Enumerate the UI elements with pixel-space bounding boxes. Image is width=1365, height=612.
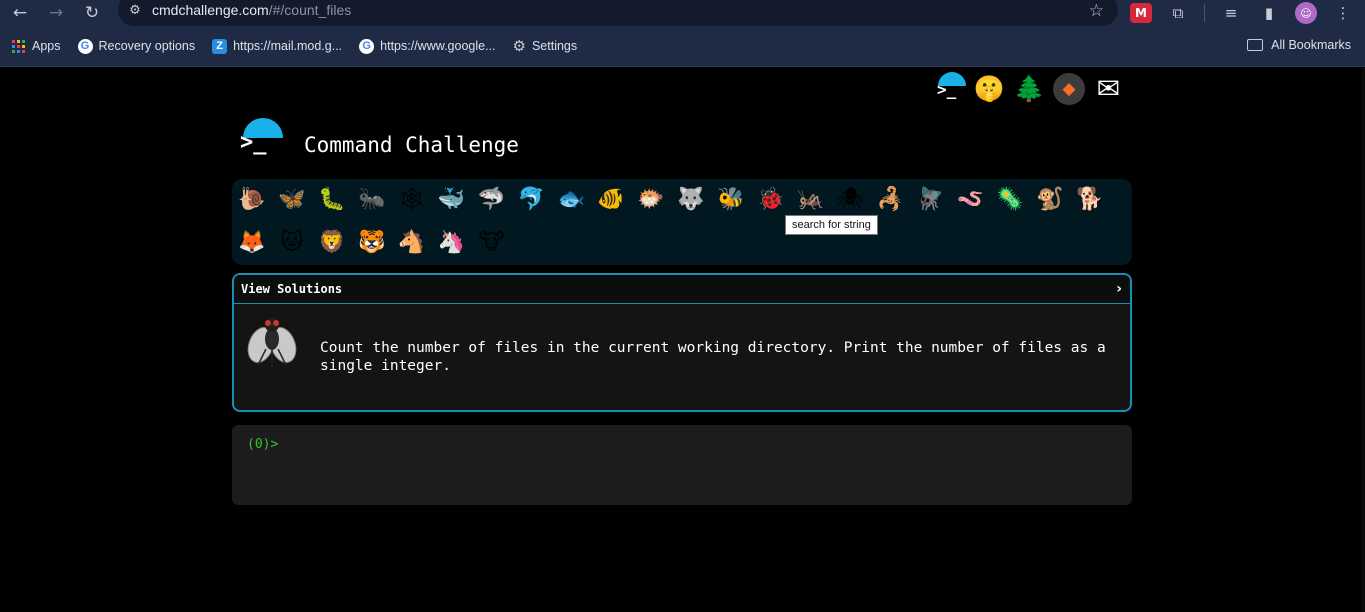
challenge-description: Count the number of files in the current…: [320, 340, 1106, 374]
hint-emoji-icon[interactable]: 🤫: [973, 72, 1006, 105]
level-lion-icon[interactable]: 🦁: [316, 226, 348, 258]
toolbar-divider: [1204, 4, 1205, 22]
level-unicorn-icon[interactable]: 🦄: [436, 226, 468, 258]
bookmark-label: Settings: [531, 39, 578, 53]
level-tooltip: search for string: [785, 215, 878, 235]
level-worm-icon[interactable]: 🪱: [954, 183, 986, 215]
level-selector: 🐌 🦋 🐛 🐜 🕸 🐳 🦈 🐬 🐟 🐠 🐡 🐺 🐝 🐞 🦗 🕷 🦂 🪰 🪱 🦠 🐒 🐕 🦊 🐱 🦁 🐯 🐴 🦄 🐮: [232, 179, 1132, 265]
site-logo[interactable]: >_: [238, 118, 284, 162]
apps-grid-icon: [11, 39, 26, 54]
level-cow-icon[interactable]: 🐮: [475, 226, 507, 258]
mail-icon[interactable]: ✉: [1092, 72, 1125, 105]
level-whale-icon[interactable]: 🐳: [436, 183, 468, 215]
level-bee-icon[interactable]: 🐝: [715, 183, 747, 215]
level-scorpion-icon[interactable]: 🦂: [874, 183, 906, 215]
level-dog-icon[interactable]: 🐕: [1074, 183, 1106, 215]
terminal[interactable]: (0)>: [232, 425, 1132, 505]
level-horse-icon[interactable]: 🐴: [396, 226, 428, 258]
bookmark-settings[interactable]: ⚙ Settings: [513, 37, 578, 55]
level-shark-icon[interactable]: 🦈: [475, 183, 507, 215]
address-bar[interactable]: ⚙ cmdchallenge.com/#/count_files ☆: [118, 0, 1118, 26]
gitlab-icon[interactable]: ◆: [1053, 72, 1085, 105]
level-tropical-fish-icon[interactable]: 🐠: [595, 183, 627, 215]
bookmarks-bar: Apps G Recovery options Z https://mail.m…: [0, 26, 1365, 67]
profile-avatar[interactable]: ☺: [1295, 2, 1317, 24]
bookmark-label: Recovery options: [98, 39, 196, 53]
gear-icon: ⚙: [512, 37, 526, 55]
bookmark-mail[interactable]: Z https://mail.mod.g...: [212, 38, 343, 54]
level-microbe-icon[interactable]: 🦠: [994, 183, 1026, 215]
level-ant-icon[interactable]: 🐜: [356, 183, 388, 215]
bookmark-label: https://www.google...: [380, 39, 496, 53]
extensions-puzzle-icon[interactable]: ⧉: [1166, 2, 1190, 24]
level-spiderweb-icon[interactable]: 🕸: [396, 183, 428, 215]
bookmark-label: https://mail.mod.g...: [233, 39, 343, 53]
url-text[interactable]: cmdchallenge.com/#/count_files: [152, 2, 351, 18]
bookmark-google[interactable]: G https://www.google...: [359, 38, 496, 54]
level-caterpillar-icon[interactable]: 🐛: [316, 183, 348, 215]
google-icon: G: [77, 38, 93, 54]
level-cat-icon[interactable]: 🐱: [276, 226, 308, 258]
back-button[interactable]: ←: [2, 0, 38, 26]
level-butterfly-icon[interactable]: 🦋: [276, 183, 308, 215]
page-title: Command Challenge: [304, 133, 519, 157]
all-bookmarks-label: All Bookmarks: [1271, 38, 1351, 52]
level-fish-icon[interactable]: 🐟: [555, 183, 587, 215]
zimbra-icon: Z: [212, 38, 228, 54]
tree-emoji-icon[interactable]: 🌲: [1013, 72, 1046, 105]
fly-icon: [247, 318, 297, 367]
media-control-icon[interactable]: ≡: [1219, 2, 1243, 24]
view-solutions-label: View Solutions: [241, 282, 343, 296]
bookmark-recovery-options[interactable]: G Recovery options: [77, 38, 196, 54]
cmdchallenge-logo-icon[interactable]: >_: [933, 72, 966, 105]
side-panel-icon[interactable]: ▮: [1257, 2, 1281, 24]
level-ladybug-icon[interactable]: 🐞: [755, 183, 787, 215]
menu-kebab-icon[interactable]: ⋮: [1331, 2, 1355, 24]
all-bookmarks-button[interactable]: All Bookmarks: [1247, 38, 1351, 52]
folder-icon: [1247, 39, 1264, 51]
level-wolf-icon[interactable]: 🐺: [675, 183, 707, 215]
site-info-icon[interactable]: ⚙: [118, 3, 152, 18]
terminal-prompt: (0)>: [247, 437, 279, 452]
page-scrollbar[interactable]: [1361, 68, 1365, 612]
level-dolphin-icon[interactable]: 🐬: [515, 183, 547, 215]
level-tiger-icon[interactable]: 🐯: [356, 226, 388, 258]
chevron-right-icon[interactable]: ›: [1116, 281, 1122, 297]
forward-button[interactable]: →: [38, 0, 74, 26]
level-spider-icon[interactable]: 🕷: [835, 183, 867, 215]
bookmark-apps[interactable]: Apps: [11, 39, 61, 54]
google-icon: G: [359, 38, 375, 54]
header-links: >_ 🤫 🌲 ◆ ✉: [933, 72, 1125, 105]
level-monkey-icon[interactable]: 🐒: [1034, 183, 1066, 215]
bookmark-star-icon[interactable]: ☆: [1089, 1, 1104, 21]
level-fox-icon[interactable]: 🦊: [236, 226, 268, 258]
level-blowfish-icon[interactable]: 🐡: [635, 183, 667, 215]
browser-toolbar: ← → ↻ ⚙ cmdchallenge.com/#/count_files ☆…: [0, 0, 1365, 26]
extensions-area: M ⧉ ≡ ▮ ☺ ⋮: [1130, 0, 1355, 26]
challenge-panel: View Solutions › Count the number of fil…: [232, 273, 1132, 412]
bookmark-label: Apps: [32, 39, 61, 53]
view-solutions-bar[interactable]: View Solutions ›: [234, 275, 1130, 304]
extension-red-icon[interactable]: M: [1130, 3, 1152, 23]
reload-button[interactable]: ↻: [74, 0, 110, 26]
level-cricket-icon[interactable]: 🦗: [795, 183, 827, 215]
level-fly-icon[interactable]: 🪰: [914, 183, 946, 215]
level-snail-icon[interactable]: 🐌: [236, 183, 268, 215]
